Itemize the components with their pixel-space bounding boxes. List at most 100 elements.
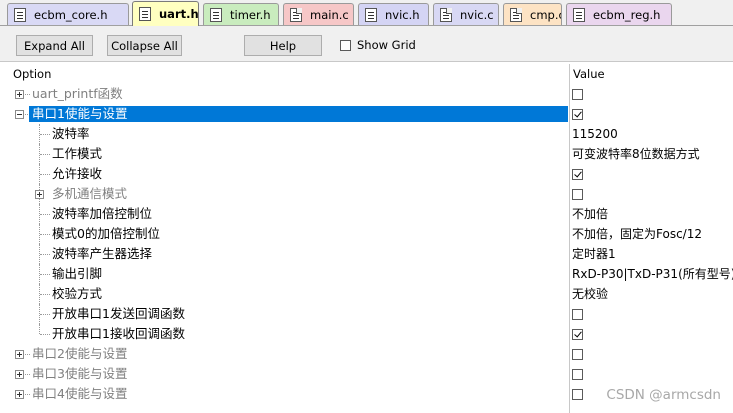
option-value-cell[interactable] bbox=[572, 346, 583, 364]
tab-cmp-c[interactable]: cmp.c bbox=[503, 3, 562, 25]
option-value-cell[interactable] bbox=[572, 366, 583, 384]
file-icon bbox=[14, 7, 26, 22]
option-value[interactable]: 不加倍，固定为Fosc/12 bbox=[572, 226, 702, 242]
checked-checkbox[interactable] bbox=[572, 329, 583, 340]
tree-option-row[interactable]: 模式0的加倍控制位 不加倍，固定为Fosc/12 bbox=[0, 224, 733, 244]
tree-connector bbox=[40, 254, 50, 255]
tab-nvic-c[interactable]: nvic.c bbox=[433, 3, 499, 25]
tree-connector bbox=[40, 274, 50, 275]
option-value-cell[interactable] bbox=[572, 326, 583, 344]
option-label: 波特率 bbox=[52, 126, 90, 141]
tree-option-row[interactable]: 输出引脚 RxD-P30|TxD-P31(所有型号) bbox=[0, 264, 733, 284]
unchecked-checkbox[interactable] bbox=[572, 369, 583, 380]
tab-label: ecbm_reg.h bbox=[593, 7, 661, 22]
option-value[interactable]: 可变波特率8位数据方式 bbox=[572, 146, 700, 162]
expand-icon[interactable] bbox=[35, 190, 44, 199]
option-value[interactable]: 115200 bbox=[572, 126, 618, 142]
tree-connector bbox=[25, 394, 30, 395]
tree-option-row[interactable]: 波特率加倍控制位 不加倍 bbox=[0, 204, 733, 224]
file-icon bbox=[139, 7, 151, 21]
option-tree: uart_printf函数串口1使能与设置波特率 115200 工作模式 可变波特率8… bbox=[0, 84, 733, 404]
tab-label: main.c bbox=[310, 7, 349, 22]
tab-label: timer.h bbox=[230, 7, 271, 22]
option-label: 串口3使能与设置 bbox=[32, 366, 128, 381]
collapse-icon[interactable] bbox=[15, 110, 24, 119]
unchecked-checkbox[interactable] bbox=[572, 389, 583, 400]
tab-timer-h[interactable]: timer.h bbox=[203, 3, 279, 25]
tree-connector bbox=[40, 174, 50, 175]
tab-nvic-h[interactable]: nvic.h bbox=[358, 3, 429, 25]
tree-connector bbox=[39, 324, 40, 334]
option-value[interactable]: 不加倍 bbox=[572, 206, 608, 222]
tree-connector bbox=[40, 234, 50, 235]
tab-label: nvic.c bbox=[460, 7, 494, 22]
tree-connector bbox=[25, 94, 30, 95]
tab-label: uart.h bbox=[159, 7, 199, 21]
unchecked-checkbox[interactable] bbox=[572, 89, 583, 100]
option-value-cell[interactable] bbox=[572, 106, 583, 124]
tab-main-c[interactable]: main.c bbox=[283, 3, 354, 25]
file-icon bbox=[573, 7, 585, 22]
option-value-cell[interactable] bbox=[572, 86, 583, 104]
tree-connector bbox=[25, 374, 30, 375]
option-label: 模式0的加倍控制位 bbox=[52, 226, 160, 241]
option-column-header: Option bbox=[13, 67, 52, 81]
tab-ecbm-core-h[interactable]: ecbm_core.h bbox=[7, 3, 129, 25]
option-label: 多机通信模式 bbox=[52, 186, 128, 201]
checked-checkbox[interactable] bbox=[572, 109, 583, 120]
tab-uart-h[interactable]: uart.h bbox=[132, 1, 199, 26]
checked-checkbox[interactable] bbox=[572, 169, 583, 180]
tab-label: cmp.c bbox=[530, 7, 562, 22]
option-value-cell[interactable] bbox=[572, 306, 583, 324]
expand-all-button[interactable]: Expand All bbox=[16, 35, 93, 56]
tree-connector bbox=[25, 354, 30, 355]
tree-group-row[interactable]: 串口1使能与设置 bbox=[0, 104, 733, 124]
watermark: CSDN @armcsdn bbox=[606, 387, 721, 403]
show-grid-checkbox[interactable] bbox=[340, 39, 351, 51]
option-label: 串口1使能与设置 bbox=[29, 106, 568, 122]
option-value-cell[interactable] bbox=[572, 166, 583, 184]
expand-icon[interactable] bbox=[15, 350, 24, 359]
show-grid-toggle[interactable]: Show Grid bbox=[340, 38, 416, 52]
tree-option-row[interactable]: 波特率 115200 bbox=[0, 124, 733, 144]
tree-connector bbox=[40, 314, 50, 315]
option-value-cell[interactable] bbox=[572, 186, 583, 204]
option-label: 允许接收 bbox=[52, 166, 103, 181]
tree-option-row[interactable]: 工作模式 可变波特率8位数据方式 bbox=[0, 144, 733, 164]
tree-group-row[interactable]: 串口2使能与设置 bbox=[0, 344, 733, 364]
option-value[interactable]: RxD-P30|TxD-P31(所有型号) bbox=[572, 266, 733, 282]
tab-label: ecbm_core.h bbox=[34, 7, 108, 22]
help-button[interactable]: Help bbox=[244, 35, 322, 56]
column-header: Option Value bbox=[0, 64, 733, 84]
file-icon bbox=[210, 7, 222, 22]
tab-ecbm-reg-h[interactable]: ecbm_reg.h bbox=[566, 3, 672, 25]
tree-option-row[interactable]: 开放串口1发送回调函数 bbox=[0, 304, 733, 324]
editor-tab-bar: ecbm_core.h uart.h timer.h main.c nvic.h nvic… bbox=[0, 0, 733, 26]
configuration-toolbar: Expand All Collapse All Help Show Grid bbox=[0, 26, 733, 62]
file-icon bbox=[365, 7, 377, 22]
option-label: 串口2使能与设置 bbox=[32, 346, 128, 361]
expand-icon[interactable] bbox=[15, 390, 24, 399]
tree-option-row[interactable]: 校验方式 无校验 bbox=[0, 284, 733, 304]
tree-option-row[interactable]: 波特率产生器选择 定时器1 bbox=[0, 244, 733, 264]
tree-option-row[interactable]: 允许接收 bbox=[0, 164, 733, 184]
option-label: 开放串口1接收回调函数 bbox=[52, 326, 185, 341]
option-label: 校验方式 bbox=[52, 286, 103, 301]
unchecked-checkbox[interactable] bbox=[572, 309, 583, 320]
tree-connector bbox=[40, 214, 50, 215]
tree-option-row[interactable]: 开放串口1接收回调函数 bbox=[0, 324, 733, 344]
option-value[interactable]: 无校验 bbox=[572, 286, 608, 302]
tree-option-row[interactable]: 多机通信模式 bbox=[0, 184, 733, 204]
tree-group-row[interactable]: 串口3使能与设置 bbox=[0, 364, 733, 384]
option-label: 开放串口1发送回调函数 bbox=[52, 306, 185, 321]
tree-group-row[interactable]: uart_printf函数 bbox=[0, 84, 733, 104]
option-value-cell[interactable] bbox=[572, 386, 583, 404]
collapse-all-button[interactable]: Collapse All bbox=[107, 35, 182, 56]
expand-icon[interactable] bbox=[15, 90, 24, 99]
option-value[interactable]: 定时器1 bbox=[572, 246, 616, 262]
unchecked-checkbox[interactable] bbox=[572, 349, 583, 360]
unchecked-checkbox[interactable] bbox=[572, 189, 583, 200]
file-icon bbox=[290, 7, 302, 22]
tree-connector bbox=[40, 154, 50, 155]
expand-icon[interactable] bbox=[15, 370, 24, 379]
